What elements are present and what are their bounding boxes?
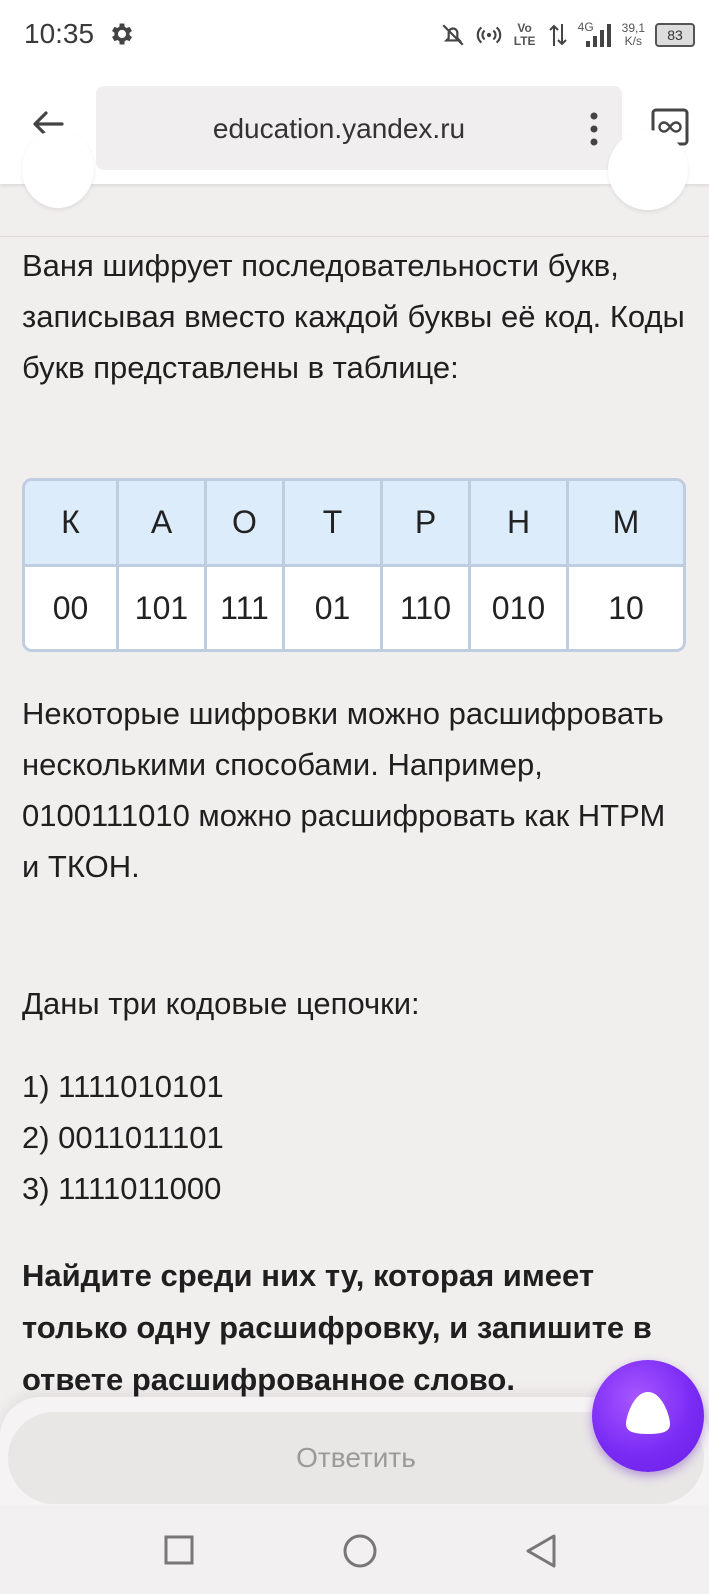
gear-icon <box>112 23 132 45</box>
table-header-cell: М <box>569 481 683 567</box>
alice-assistant-button[interactable] <box>592 1360 704 1472</box>
home-icon[interactable] <box>342 1533 378 1569</box>
task-example: Некоторые шифровки можно расшифровать не… <box>22 696 666 884</box>
table-header-cell: А <box>119 481 207 567</box>
recents-icon[interactable] <box>164 1535 194 1565</box>
signal-group: 4G <box>578 21 612 49</box>
browser-toolbar: education.yandex.ru <box>0 74 709 184</box>
divider <box>0 236 709 237</box>
table-code-cell: 10 <box>569 567 683 649</box>
table-code-cell: 111 <box>207 567 285 649</box>
more-menu-icon[interactable] <box>590 112 598 146</box>
chains-list: 1) 1111010101 2) 0011011101 3) 111101100… <box>22 1061 687 1214</box>
address-bar[interactable]: education.yandex.ru <box>96 86 622 170</box>
volte-label: Vo LTE <box>513 21 536 48</box>
status-icons: Vo LTE 4G 39,1 K/s 83 <box>440 18 695 52</box>
table-header-cell: Н <box>471 481 569 567</box>
table-header-cell: К <box>25 481 119 567</box>
chains-intro: Даны три кодовые цепочки: <box>22 986 420 1021</box>
network-speed: 39,1 K/s <box>622 22 645 48</box>
prev-task-button[interactable] <box>22 130 94 208</box>
table-code-cell: 101 <box>119 567 207 649</box>
table-code-cell: 010 <box>471 567 569 649</box>
url-text[interactable]: education.yandex.ru <box>96 113 582 145</box>
clock: 10:35 <box>24 18 95 49</box>
table-code-cell: 00 <box>25 567 119 649</box>
battery-indicator: 83 <box>655 23 695 47</box>
task-question: Найдите среди них ту, которая имеет толь… <box>22 1258 652 1397</box>
list-item: 2) 0011011101 <box>22 1120 224 1155</box>
list-item: 1) 1111010101 <box>22 1069 224 1104</box>
hotspot-icon <box>476 26 501 44</box>
network-type: 4G <box>577 20 594 34</box>
table-code-cell: 01 <box>285 567 383 649</box>
speed-unit: K/s <box>624 34 642 48</box>
status-bar: 10:35 Vo LTE 4G 39,1 K/s 83 <box>0 0 709 74</box>
task-intro: Ваня шифрует последовательности букв, за… <box>22 248 685 385</box>
codes-table: К А О Т Р Н М 00 101 111 01 110 010 10 <box>22 478 686 652</box>
back-triangle-icon[interactable] <box>524 1533 558 1569</box>
data-arrows-icon <box>548 24 567 46</box>
next-task-button[interactable] <box>608 130 688 210</box>
table-header-cell: Р <box>383 481 471 567</box>
list-item: 3) 1111011000 <box>22 1171 222 1206</box>
table-header-cell: О <box>207 481 285 567</box>
table-header-cell: Т <box>285 481 383 567</box>
speed-value: 39,1 <box>621 21 645 35</box>
table-code-cell: 110 <box>383 567 471 649</box>
bell-off-icon <box>442 24 464 46</box>
alice-icon <box>626 1392 670 1434</box>
